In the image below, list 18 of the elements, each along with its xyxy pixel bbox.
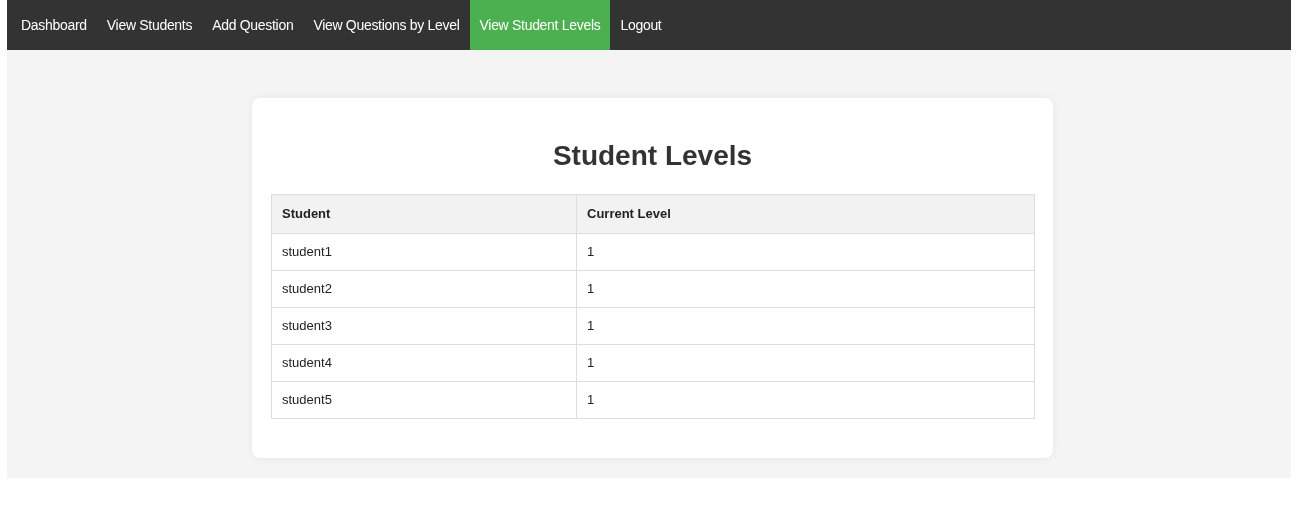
table-cell: 1 [576,344,1035,382]
column-header: Current Level [576,194,1035,234]
table-cell: 1 [576,233,1035,271]
column-header: Student [271,194,577,234]
nav-link[interactable]: View Students [96,0,203,50]
nav-link[interactable]: View Questions by Level [303,0,470,50]
table-cell: student1 [271,233,577,271]
table-cell: 1 [576,270,1035,308]
nav-link[interactable]: Add Question [202,0,304,50]
nav-link[interactable]: Logout [610,0,672,50]
table-cell: 1 [576,381,1035,419]
table-cell: student5 [271,381,577,419]
table-cell: student3 [271,307,577,345]
table-cell: student2 [271,270,577,308]
table-cell: 1 [576,307,1035,345]
table-cell: student4 [271,344,577,382]
nav-link[interactable]: Dashboard [11,0,97,50]
page-title: Student Levels [551,139,754,173]
